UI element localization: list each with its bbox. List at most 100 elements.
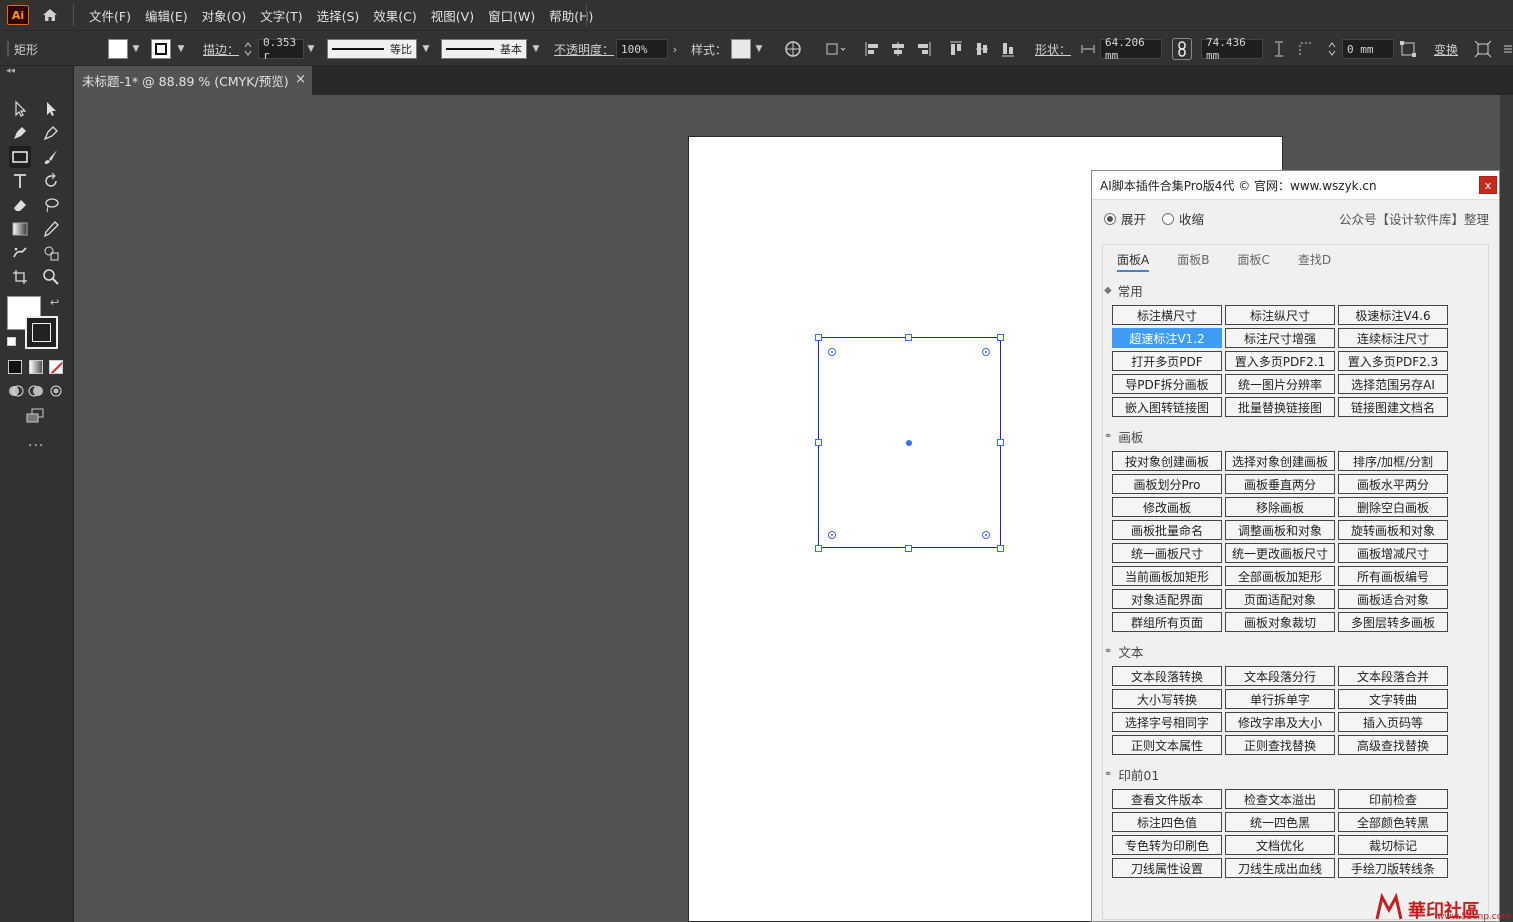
plugin-button[interactable]: 修改字串及大小 bbox=[1225, 712, 1335, 732]
shape-builder-icon[interactable] bbox=[40, 242, 62, 264]
resize-handle[interactable] bbox=[997, 439, 1004, 446]
plugin-button[interactable]: 画板划分Pro bbox=[1112, 474, 1222, 494]
resize-handle[interactable] bbox=[815, 439, 822, 446]
collapse-radio[interactable] bbox=[1162, 212, 1175, 225]
plugin-button[interactable]: 超速标注V1.2 bbox=[1112, 328, 1222, 348]
plugin-button[interactable]: 统一四色黑 bbox=[1225, 812, 1335, 832]
plugin-button[interactable]: 画板垂直两分 bbox=[1225, 474, 1335, 494]
draw-inside-icon[interactable] bbox=[45, 380, 67, 402]
corner-type-icon[interactable] bbox=[1297, 31, 1315, 67]
tab-panel-b[interactable]: 面板B bbox=[1177, 251, 1209, 272]
plugin-button[interactable]: 画板批量命名 bbox=[1112, 520, 1222, 540]
menu-view[interactable]: 视图(V) bbox=[424, 6, 481, 25]
plugin-button[interactable]: 画板对象裁切 bbox=[1225, 612, 1335, 632]
type-tool-icon[interactable] bbox=[9, 170, 31, 192]
plugin-button[interactable]: 旋转画板和对象 bbox=[1338, 520, 1448, 540]
align-to-icon[interactable] bbox=[824, 31, 848, 67]
shape-label[interactable]: 形状： bbox=[1035, 31, 1071, 67]
plugin-titlebar[interactable]: AI脚本插件合集Pro版4代 © 官网：www.wszyk.cn x bbox=[1092, 171, 1499, 200]
plugin-button[interactable]: 刀线生成出血线 bbox=[1225, 858, 1335, 878]
paintbrush-tool-icon[interactable] bbox=[40, 146, 62, 168]
align-middle-icon[interactable] bbox=[974, 31, 990, 67]
swap-colors-icon[interactable]: ↩ bbox=[50, 296, 59, 309]
lasso-tool-icon[interactable] bbox=[40, 194, 62, 216]
plugin-button[interactable]: 选择字号相同字 bbox=[1112, 712, 1222, 732]
rectangle-tool-icon[interactable] bbox=[9, 146, 31, 168]
more-tools-icon[interactable]: ··· bbox=[28, 438, 44, 454]
opacity-field[interactable]: 100% bbox=[616, 31, 668, 67]
curvature-tool-icon[interactable] bbox=[40, 122, 62, 144]
plugin-button[interactable]: 文本段落分行 bbox=[1225, 666, 1335, 686]
plugin-button[interactable]: 选择对象创建画板 bbox=[1225, 451, 1335, 471]
draw-normal-icon[interactable] bbox=[5, 380, 27, 402]
menu-window[interactable]: 窗口(W) bbox=[481, 6, 542, 25]
plugin-button[interactable]: 页面适配对象 bbox=[1225, 589, 1335, 609]
tab-panel-c[interactable]: 面板C bbox=[1237, 251, 1269, 272]
opacity-arrow-icon[interactable]: › bbox=[670, 31, 680, 67]
plugin-button[interactable]: 统一画板尺寸 bbox=[1112, 543, 1222, 563]
constrain-link-icon[interactable] bbox=[1172, 31, 1192, 67]
plugin-button[interactable]: 删除空白画板 bbox=[1338, 497, 1448, 517]
stroke-stepper-icon[interactable] bbox=[243, 31, 253, 67]
selection-tool-icon[interactable] bbox=[9, 98, 31, 120]
menu-icon[interactable] bbox=[1503, 31, 1513, 67]
align-top-icon[interactable] bbox=[948, 31, 964, 67]
default-colors-icon[interactable] bbox=[7, 337, 16, 346]
menu-effect[interactable]: 效果(C) bbox=[366, 6, 423, 25]
corner-widget[interactable] bbox=[982, 348, 990, 356]
plugin-button[interactable]: 打开多页PDF bbox=[1112, 351, 1222, 371]
plugin-button[interactable]: 修改画板 bbox=[1112, 497, 1222, 517]
menu-edit[interactable]: 编辑(E) bbox=[138, 6, 195, 25]
zoom-tool-icon[interactable] bbox=[40, 266, 62, 288]
align-left-icon[interactable] bbox=[864, 31, 880, 67]
brush-dropdown[interactable]: ▼ bbox=[531, 31, 541, 67]
plugin-button[interactable]: 群组所有页面 bbox=[1112, 612, 1222, 632]
plugin-button[interactable]: 文档优化 bbox=[1225, 835, 1335, 855]
opacity-label[interactable]: 不透明度： bbox=[554, 31, 614, 67]
menu-file[interactable]: 文件(F) bbox=[82, 6, 138, 25]
stroke-profile-dropdown[interactable]: ▼ bbox=[421, 31, 431, 67]
document-tab[interactable]: 未标题-1* @ 88.89 % (CMYK/预览) × bbox=[74, 66, 312, 95]
draw-behind-icon[interactable] bbox=[25, 380, 47, 402]
plugin-button[interactable]: 统一更改画板尺寸 bbox=[1225, 543, 1335, 563]
plugin-button[interactable]: 标注尺寸增强 bbox=[1225, 328, 1335, 348]
menu-select[interactable]: 选择(S) bbox=[310, 6, 367, 25]
transform-label[interactable]: 变换 bbox=[1434, 31, 1458, 67]
style-dropdown[interactable]: ▼ bbox=[754, 31, 764, 67]
stroke-color-box[interactable] bbox=[25, 316, 58, 349]
plugin-button[interactable]: 单行拆单字 bbox=[1225, 689, 1335, 709]
plugin-button[interactable]: 文本段落转换 bbox=[1112, 666, 1222, 686]
corner-widget[interactable] bbox=[828, 348, 836, 356]
plugin-button[interactable]: 画板增减尺寸 bbox=[1338, 543, 1448, 563]
plugin-button[interactable]: 大小写转换 bbox=[1112, 689, 1222, 709]
resize-handle[interactable] bbox=[905, 545, 912, 552]
plugin-button[interactable]: 检查文本溢出 bbox=[1225, 789, 1335, 809]
plugin-button[interactable]: 标注纵尺寸 bbox=[1225, 305, 1335, 325]
bounding-icon[interactable] bbox=[1399, 31, 1417, 67]
plugin-button[interactable]: 所有画板编号 bbox=[1338, 566, 1448, 586]
align-bottom-icon[interactable] bbox=[1000, 31, 1016, 67]
stroke-dropdown[interactable]: ▼ bbox=[176, 31, 186, 67]
plugin-button[interactable]: 查看文件版本 bbox=[1112, 789, 1222, 809]
plugin-button[interactable]: 排序/加框/分割 bbox=[1338, 451, 1448, 471]
collapse-label[interactable]: 收缩 bbox=[1179, 209, 1204, 228]
plugin-button[interactable]: 标注横尺寸 bbox=[1112, 305, 1222, 325]
plugin-button[interactable]: 画板水平两分 bbox=[1338, 474, 1448, 494]
resize-handle[interactable] bbox=[905, 334, 912, 341]
plugin-button[interactable]: 全部颜色转黑 bbox=[1338, 812, 1448, 832]
gradient-mode-icon[interactable] bbox=[29, 360, 43, 374]
close-button[interactable]: x bbox=[1479, 176, 1497, 194]
expand-radio[interactable] bbox=[1104, 212, 1116, 225]
plugin-button[interactable]: 选择范围另存AI bbox=[1338, 374, 1448, 394]
plugin-button[interactable]: 裁切标记 bbox=[1338, 835, 1448, 855]
corner-radius-field[interactable]: 0 mm bbox=[1342, 31, 1394, 67]
resize-handle[interactable] bbox=[815, 334, 822, 341]
eraser-tool-icon[interactable] bbox=[9, 194, 31, 216]
plugin-button[interactable]: 全部画板加矩形 bbox=[1225, 566, 1335, 586]
align-center-icon[interactable] bbox=[890, 31, 906, 67]
plugin-button[interactable]: 高级查找替换 bbox=[1338, 735, 1448, 755]
plugin-button[interactable]: 连续标注尺寸 bbox=[1338, 328, 1448, 348]
plugin-button[interactable]: 对象适配界面 bbox=[1112, 589, 1222, 609]
plugin-button[interactable]: 极速标注V4.6 bbox=[1338, 305, 1448, 325]
plugin-button[interactable]: 正则查找替换 bbox=[1225, 735, 1335, 755]
